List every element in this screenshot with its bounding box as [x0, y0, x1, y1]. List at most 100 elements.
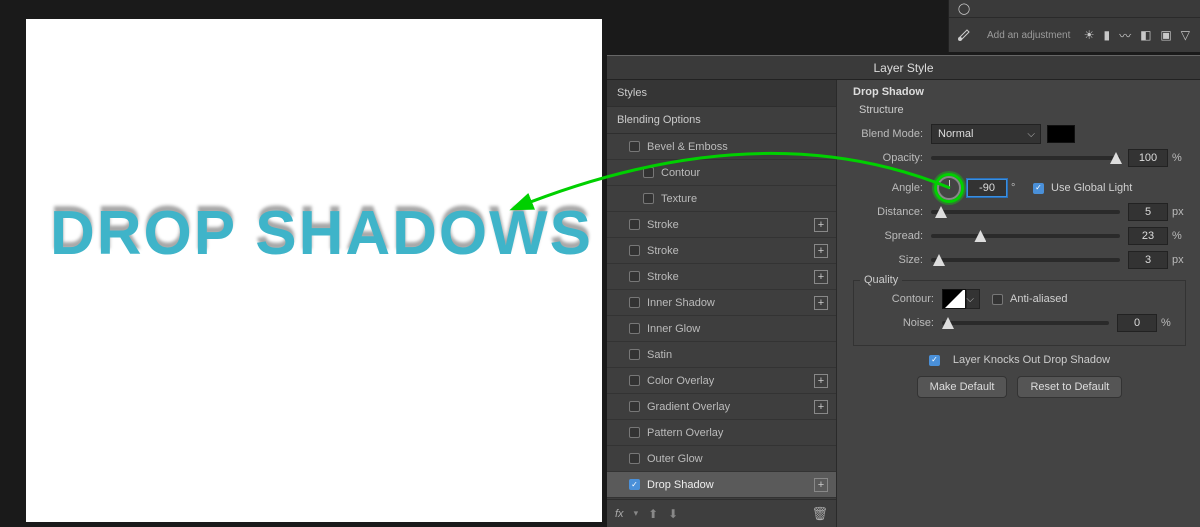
layer-knocks-out-label: Layer Knocks Out Drop Shadow	[953, 354, 1110, 366]
structure-label: Structure	[859, 104, 1186, 116]
distance-value[interactable]: 5	[1128, 203, 1168, 221]
style-item-gradient-overlay-10[interactable]: Gradient Overlay+	[607, 394, 836, 420]
make-default-button[interactable]: Make Default	[917, 376, 1008, 398]
noise-unit: %	[1157, 317, 1175, 329]
style-item-stroke-3[interactable]: Stroke +	[607, 212, 836, 238]
style-item-color-overlay-9[interactable]: Color Overlay +	[607, 368, 836, 394]
style-label: Color Overlay	[647, 375, 714, 387]
photo-filter-icon[interactable]: ▣	[1160, 28, 1171, 42]
style-label: Drop Shadow	[647, 479, 714, 491]
style-checkbox[interactable]	[629, 141, 640, 152]
curves-icon[interactable]: 〰	[1119, 27, 1131, 44]
spread-unit: %	[1168, 230, 1186, 242]
use-global-light-label: Use Global Light	[1051, 182, 1132, 194]
style-label: Pattern Overlay	[647, 427, 723, 439]
anti-aliased-label: Anti-aliased	[1010, 293, 1067, 305]
blend-mode-label: Blend Mode:	[853, 128, 931, 140]
settings-title: Drop Shadow	[853, 86, 1186, 98]
style-checkbox[interactable]	[629, 427, 640, 438]
noise-slider[interactable]	[942, 321, 1109, 325]
style-item-drop-shadow-13[interactable]: Drop Shadow +	[607, 472, 836, 498]
style-item-stroke-5[interactable]: Stroke+	[607, 264, 836, 290]
size-slider[interactable]	[931, 258, 1120, 262]
style-item-contour-1[interactable]: Contour	[607, 160, 836, 186]
size-label: Size:	[853, 254, 931, 266]
style-checkbox[interactable]	[629, 349, 640, 360]
fx-menu-icon[interactable]: fx	[615, 508, 624, 520]
style-item-bevel-emboss-0[interactable]: Bevel & Emboss	[607, 134, 836, 160]
opacity-slider[interactable]	[931, 156, 1120, 160]
angle-value[interactable]: -90	[967, 179, 1007, 197]
adjustment-icon-row: ☀ ▮ 〰 ◧ ▣ ▽	[1084, 27, 1200, 44]
style-item-inner-glow-7[interactable]: Inner Glow	[607, 316, 836, 342]
style-item-pattern-overlay-11[interactable]: Pattern Overlay	[607, 420, 836, 446]
styles-header[interactable]: Styles	[607, 80, 836, 107]
style-checkbox[interactable]	[629, 375, 640, 386]
style-label: Inner Shadow	[647, 297, 715, 309]
style-item-texture-2[interactable]: Texture	[607, 186, 836, 212]
opacity-label: Opacity:	[853, 152, 931, 164]
style-checkbox[interactable]	[629, 479, 640, 490]
style-checkbox[interactable]	[629, 401, 640, 412]
add-effect-icon[interactable]: +	[814, 478, 828, 492]
use-global-light-checkbox[interactable]	[1033, 183, 1044, 194]
style-item-outer-glow-12[interactable]: Outer Glow	[607, 446, 836, 472]
exposure-icon[interactable]: ◧	[1140, 28, 1151, 42]
opacity-unit: %	[1168, 152, 1186, 164]
style-item-satin-8[interactable]: Satin	[607, 342, 836, 368]
blend-mode-select[interactable]: Normal	[931, 124, 1041, 144]
document-canvas[interactable]	[26, 19, 602, 522]
spread-slider[interactable]	[931, 234, 1120, 238]
reset-to-default-button[interactable]: Reset to Default	[1017, 376, 1122, 398]
size-value[interactable]: 3	[1128, 251, 1168, 269]
style-checkbox[interactable]	[643, 193, 654, 204]
angle-label: Angle:	[853, 182, 931, 194]
add-effect-icon[interactable]: +	[814, 270, 828, 284]
style-item-stroke-4[interactable]: Stroke+	[607, 238, 836, 264]
add-effect-icon[interactable]: +	[814, 218, 828, 232]
brush-icon[interactable]	[949, 28, 983, 42]
spread-value[interactable]: 23	[1128, 227, 1168, 245]
distance-slider[interactable]	[931, 210, 1120, 214]
add-effect-icon[interactable]: +	[814, 296, 828, 310]
styles-footer: fx ▾ ⬆ ⬇ 🗑	[607, 499, 836, 527]
gradient-map-icon[interactable]: ▽	[1181, 28, 1190, 42]
style-checkbox[interactable]	[629, 297, 640, 308]
style-checkbox[interactable]	[629, 323, 640, 334]
style-checkbox[interactable]	[629, 453, 640, 464]
add-effect-icon[interactable]: +	[814, 374, 828, 388]
add-effect-icon[interactable]: +	[814, 400, 828, 414]
dialog-title: Layer Style	[607, 56, 1200, 80]
canvas-text-drop-shadows[interactable]: DROP SHADOWS	[50, 198, 593, 269]
style-label: Stroke	[647, 219, 679, 231]
spread-label: Spread:	[853, 230, 931, 242]
move-up-icon[interactable]: ⬆	[648, 507, 658, 521]
trash-icon[interactable]: 🗑	[811, 506, 828, 522]
contour-picker[interactable]	[966, 289, 980, 309]
style-checkbox[interactable]	[643, 167, 654, 178]
layer-style-dialog: Layer Style Styles Blending Options Beve…	[607, 55, 1200, 527]
contour-swatch[interactable]	[942, 289, 966, 309]
style-item-inner-shadow-6[interactable]: Inner Shadow +	[607, 290, 836, 316]
fx-popup-arrow-icon: ▾	[634, 508, 639, 519]
blending-options[interactable]: Blending Options	[607, 107, 836, 134]
style-label: Outer Glow	[647, 453, 703, 465]
anti-aliased-checkbox[interactable]	[992, 294, 1003, 305]
layer-knocks-out-checkbox[interactable]	[929, 355, 940, 366]
opacity-value[interactable]: 100	[1128, 149, 1168, 167]
add-effect-icon[interactable]: +	[814, 244, 828, 258]
move-down-icon[interactable]: ⬇	[668, 507, 678, 521]
style-checkbox[interactable]	[629, 219, 640, 230]
adjustments-target-icon[interactable]: ◯	[955, 1, 973, 17]
quality-label: Quality	[860, 274, 902, 286]
shadow-color-swatch[interactable]	[1047, 125, 1075, 143]
brightness-icon[interactable]: ☀	[1084, 28, 1095, 42]
angle-unit: °	[1007, 182, 1025, 194]
style-checkbox[interactable]	[629, 271, 640, 282]
noise-value[interactable]: 0	[1117, 314, 1157, 332]
size-unit: px	[1168, 254, 1186, 266]
angle-dial[interactable]	[937, 176, 961, 200]
levels-icon[interactable]: ▮	[1103, 28, 1110, 42]
distance-label: Distance:	[853, 206, 931, 218]
style-checkbox[interactable]	[629, 245, 640, 256]
